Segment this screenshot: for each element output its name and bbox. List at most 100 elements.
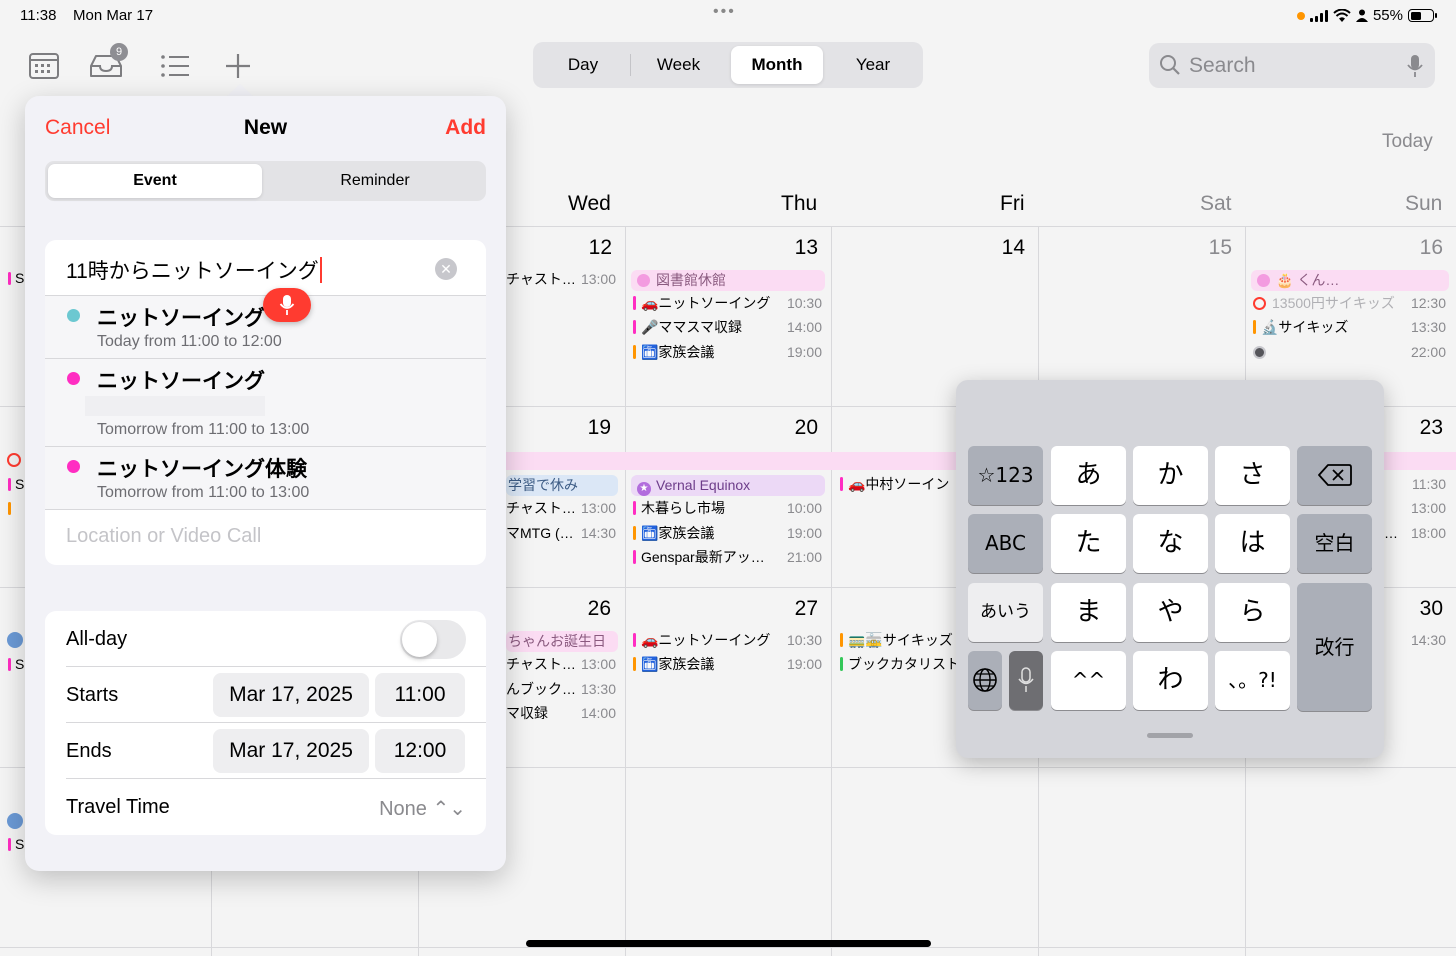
- home-indicator[interactable]: [526, 940, 931, 947]
- calendar-event[interactable]: 🚗ニットソーイング: [633, 293, 783, 313]
- day-number[interactable]: 13: [758, 236, 818, 260]
- search-input[interactable]: Search: [1149, 43, 1435, 88]
- event-fragment[interactable]: S: [8, 476, 24, 492]
- calendar-event[interactable]: ブックカタリスト: [840, 654, 956, 674]
- key-emoticon[interactable]: ^^: [1051, 651, 1126, 710]
- key-ka[interactable]: か: [1133, 446, 1208, 505]
- dictation-icon[interactable]: [1407, 54, 1423, 78]
- key-ra[interactable]: ら: [1215, 583, 1290, 642]
- calendar-event[interactable]: んブック…: [506, 679, 576, 699]
- list-icon[interactable]: [157, 48, 193, 84]
- day-number[interactable]: 27: [758, 597, 818, 621]
- calendar-event[interactable]: チャスト…: [506, 269, 576, 289]
- key-punctuation[interactable]: 、。?!: [1215, 651, 1290, 710]
- key-sa[interactable]: さ: [1215, 446, 1290, 505]
- add-icon[interactable]: [220, 48, 256, 84]
- key-abc[interactable]: ABC: [968, 514, 1043, 573]
- calendar-event[interactable]: 🚗ニットソーイング: [633, 630, 783, 650]
- day-number[interactable]: 14: [965, 236, 1025, 260]
- starts-time-button[interactable]: 11:00: [375, 673, 465, 717]
- calendar-event[interactable]: 🛅家族会議: [633, 342, 783, 362]
- event-fragment[interactable]: [8, 500, 15, 516]
- calendar-event[interactable]: チャスト…: [506, 498, 576, 518]
- add-button[interactable]: Add: [445, 116, 486, 140]
- allday-toggle[interactable]: [400, 620, 466, 659]
- multitasking-dots-icon[interactable]: •••: [713, 3, 736, 21]
- key-globe[interactable]: [968, 651, 1002, 710]
- key-a[interactable]: あ: [1051, 446, 1126, 505]
- key-ya[interactable]: や: [1133, 583, 1208, 642]
- day-number[interactable]: 20: [758, 416, 818, 440]
- new-event-popover: Cancel New Add Event Reminder 11時からニットソー…: [25, 96, 506, 871]
- calendar-event[interactable]: 🔬サイキッズ: [1253, 317, 1403, 337]
- day-number[interactable]: 15: [1172, 236, 1232, 260]
- event-tab[interactable]: Event: [48, 164, 262, 198]
- day-number[interactable]: 26: [551, 597, 611, 621]
- allday-event[interactable]: 🎂 くん…: [1251, 270, 1449, 291]
- travel-value[interactable]: None ⌃⌄: [379, 796, 466, 821]
- view-switcher: Day Week Month Year: [533, 42, 923, 88]
- key-ma[interactable]: ま: [1051, 583, 1126, 642]
- key-kana-mode[interactable]: あいう: [968, 583, 1043, 642]
- travel-row[interactable]: Travel Time None ⌃⌄: [45, 779, 486, 835]
- key-na[interactable]: な: [1133, 514, 1208, 573]
- calendar-event[interactable]: 🚃🚋サイキッズ: [840, 630, 956, 650]
- key-dictation[interactable]: [1009, 651, 1043, 710]
- day-number[interactable]: 12: [552, 236, 612, 260]
- key-wa[interactable]: わ: [1133, 651, 1208, 710]
- key-delete[interactable]: [1297, 446, 1372, 505]
- calendar-event[interactable]: 🚗中村ソーイン: [840, 474, 956, 494]
- view-year-button[interactable]: Year: [827, 46, 919, 84]
- weekday-fri: Fri: [1000, 192, 1025, 215]
- day-number[interactable]: 16: [1383, 236, 1443, 260]
- calendar-event[interactable]: …: [1384, 523, 1398, 543]
- event-type-switcher: Event Reminder: [45, 161, 486, 201]
- event-fragment[interactable]: S: [8, 270, 24, 286]
- key-ta[interactable]: た: [1051, 514, 1126, 573]
- view-month-button[interactable]: Month: [731, 46, 823, 84]
- title-input[interactable]: 11時からニットソーイング: [66, 255, 322, 285]
- day-number[interactable]: 23: [1383, 416, 1443, 440]
- calendars-icon[interactable]: [26, 48, 62, 84]
- day-number[interactable]: 30: [1383, 597, 1443, 621]
- calendar-event[interactable]: [1253, 342, 1273, 362]
- view-day-button[interactable]: Day: [537, 46, 629, 84]
- key-ha[interactable]: は: [1215, 514, 1290, 573]
- event-time: 19:00: [786, 344, 822, 360]
- allday-event[interactable]: ちゃんお誕生日: [506, 631, 618, 652]
- suggestion-item[interactable]: ニットソーイング Tomorrow from 11:00 to 13:00: [45, 358, 486, 446]
- allday-label: All-day: [66, 628, 128, 650]
- starts-date-button[interactable]: Mar 17, 2025: [213, 673, 369, 717]
- dictation-mic-button[interactable]: [263, 288, 311, 322]
- reminder-tab[interactable]: Reminder: [268, 164, 482, 198]
- calendar-event-icon[interactable]: [7, 813, 23, 829]
- calendar-event[interactable]: チャスト…: [506, 654, 576, 674]
- keyboard-drag-handle[interactable]: [1147, 733, 1193, 738]
- calendar-event[interactable]: マ収録: [506, 703, 576, 723]
- suggestion-item[interactable]: ニットソーイング体験 Tomorrow from 11:00 to 13:00: [45, 446, 486, 509]
- ends-time-button[interactable]: 12:00: [375, 729, 465, 773]
- allday-event[interactable]: 学習で休み: [506, 475, 618, 496]
- today-button[interactable]: Today: [1382, 131, 1433, 153]
- location-input[interactable]: Location or Video Call: [66, 525, 261, 548]
- key-numbers[interactable]: ☆123: [968, 446, 1043, 505]
- reminder-circle-icon[interactable]: [7, 453, 21, 467]
- view-week-button[interactable]: Week: [631, 46, 726, 84]
- calendar-event[interactable]: マMTG (…: [506, 523, 576, 543]
- key-return[interactable]: 改行: [1297, 583, 1372, 711]
- key-space[interactable]: 空白: [1297, 514, 1372, 573]
- holiday-event[interactable]: ★ Vernal Equinox: [631, 475, 825, 496]
- allday-event[interactable]: 図書館休館: [631, 270, 825, 291]
- calendar-event[interactable]: Genspar最新アッ…: [633, 547, 779, 567]
- calendar-event[interactable]: 🛅家族会議: [633, 523, 783, 543]
- calendar-event[interactable]: 🎤ママスマ収録: [633, 317, 783, 337]
- event-fragment[interactable]: S: [8, 656, 24, 672]
- calendar-event[interactable]: 🛅家族会議: [633, 654, 783, 674]
- event-fragment[interactable]: S: [8, 836, 24, 852]
- day-number[interactable]: 19: [551, 416, 611, 440]
- clear-text-icon[interactable]: ✕: [435, 258, 457, 280]
- ends-date-button[interactable]: Mar 17, 2025: [213, 729, 369, 773]
- calendar-event-icon[interactable]: [7, 632, 23, 648]
- calendar-event[interactable]: 木暮らし市場: [633, 498, 783, 518]
- reminder-event[interactable]: 13500円サイキッズ: [1253, 293, 1413, 313]
